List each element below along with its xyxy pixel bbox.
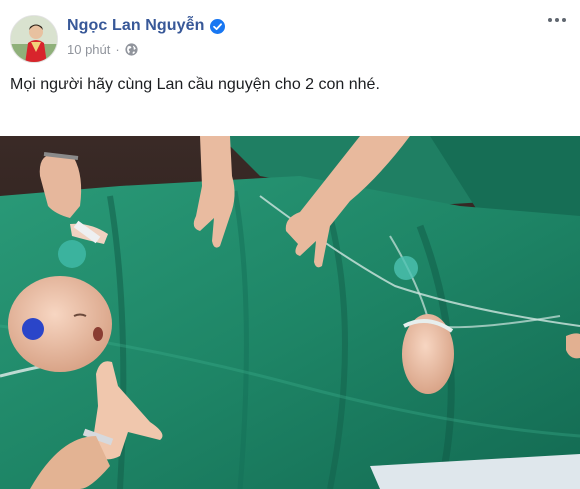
surgery-photo-illustration — [0, 136, 580, 489]
meta-separator: · — [115, 42, 120, 57]
globe-icon[interactable] — [125, 43, 138, 56]
post-caption: Mọi người hãy cùng Lan cầu nguyện cho 2 … — [10, 76, 380, 93]
post-header: Ngọc Lan Nguyễn 10 phút · — [0, 0, 580, 70]
post-meta: 10 phút · — [67, 42, 138, 57]
verified-badge-icon — [209, 18, 225, 34]
ellipsis-icon — [548, 18, 566, 22]
avatar[interactable] — [10, 15, 58, 63]
more-options-button[interactable] — [546, 13, 568, 27]
facebook-post: Ngọc Lan Nguyễn 10 phút · Mọi người hãy … — [0, 0, 580, 489]
post-photo[interactable] — [0, 136, 580, 489]
author-row: Ngọc Lan Nguyễn — [67, 17, 225, 35]
author-name[interactable]: Ngọc Lan Nguyễn — [67, 17, 205, 35]
timestamp[interactable]: 10 phút — [67, 42, 110, 57]
